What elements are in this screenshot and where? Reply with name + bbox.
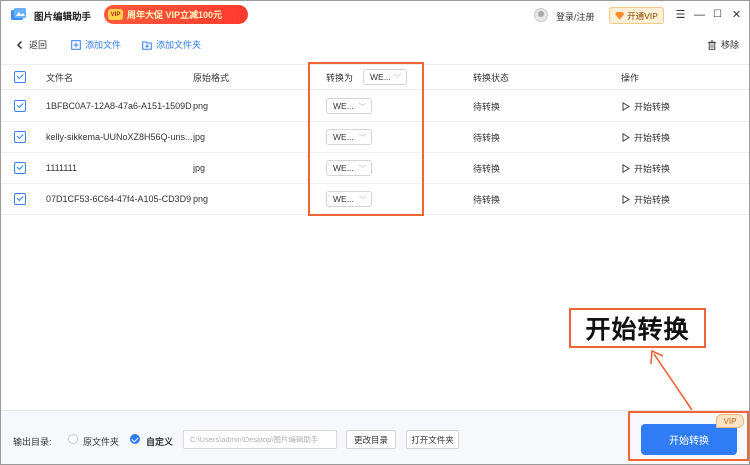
row-checkbox[interactable] — [14, 131, 26, 143]
toolbar: 返回 添加文件 添加文件夹 移除 — [1, 33, 749, 57]
file-name: 07D1CF53-6C64-47f4-A105-CD3D9... — [46, 194, 192, 204]
open-vip-button[interactable]: 开通VIP — [609, 7, 664, 24]
start-convert-row-label: 开始转换 — [634, 132, 671, 143]
original-format: jpg — [193, 163, 206, 173]
row-checkbox[interactable] — [14, 193, 26, 205]
play-icon — [622, 132, 630, 142]
conversion-status: 待转换 — [473, 163, 501, 174]
add-folder-button[interactable]: 添加文件夹 — [142, 38, 201, 51]
menu-icon[interactable]: ☰ — [674, 8, 687, 21]
select-all-checkbox[interactable] — [14, 71, 26, 83]
play-icon — [622, 194, 630, 204]
title-bar: 图片编辑助手 VIP 周年大促 VIP立减100元 登录/注册 开通VIP ☰ … — [1, 1, 749, 29]
promo-vip-badge: VIP — [108, 9, 123, 20]
output-directory-label: 输出目录: — [13, 437, 52, 447]
avatar-icon[interactable] — [534, 8, 548, 22]
play-icon — [622, 101, 630, 111]
start-convert-row-label: 开始转换 — [634, 194, 671, 205]
close-icon[interactable]: ✕ — [730, 8, 743, 21]
vip-tag-badge: VIP — [716, 414, 744, 428]
original-format: jpg — [193, 132, 206, 142]
column-header-original-format: 原始格式 — [193, 72, 230, 83]
conversion-status: 待转换 — [473, 132, 501, 143]
app-logo-icon — [11, 8, 26, 20]
maximize-icon[interactable]: ☐ — [711, 8, 724, 21]
radio-custom-label[interactable]: 自定义 — [146, 435, 173, 448]
minimize-icon[interactable]: — — [693, 8, 706, 21]
add-folder-label: 添加文件夹 — [156, 40, 202, 50]
change-directory-button[interactable]: 更改目录 — [346, 430, 396, 449]
start-convert-button[interactable]: 开始转换 — [641, 424, 737, 455]
file-name: kelly-sikkema-UUNoXZ8H56Q-uns... — [46, 132, 192, 142]
file-name: 1111111 — [46, 163, 78, 173]
open-vip-label: 开通VIP — [627, 10, 658, 21]
promo-text: 周年大促 VIP立减100元 — [127, 10, 223, 20]
row-checkbox[interactable] — [14, 100, 26, 112]
chevron-left-icon — [16, 40, 23, 49]
play-icon — [622, 163, 630, 173]
add-folder-icon — [142, 41, 152, 50]
original-format: png — [193, 101, 209, 111]
radio-custom[interactable] — [130, 434, 140, 444]
app-title: 图片编辑助手 — [34, 12, 92, 23]
add-file-button[interactable]: 添加文件 — [71, 38, 121, 51]
original-format: png — [193, 194, 209, 204]
remove-label: 移除 — [721, 40, 740, 50]
start-convert-row-button[interactable]: 开始转换 — [622, 184, 670, 214]
conversion-status: 待转换 — [473, 101, 501, 112]
back-button[interactable]: 返回 — [15, 38, 47, 51]
start-convert-row-button[interactable]: 开始转换 — [622, 122, 670, 152]
start-convert-row-label: 开始转换 — [634, 101, 671, 112]
output-path-input[interactable]: C:\Users\admin\Desktop\图片编辑助手 — [183, 430, 337, 449]
start-convert-row-button[interactable]: 开始转换 — [622, 153, 670, 183]
diamond-icon — [615, 11, 625, 20]
login-register-link[interactable]: 登录/注册 — [556, 10, 595, 23]
trash-icon — [708, 40, 716, 50]
back-label: 返回 — [29, 40, 48, 50]
column-header-status: 转换状态 — [473, 72, 510, 83]
callout-arrow-icon — [650, 349, 693, 411]
column-header-action: 操作 — [621, 72, 640, 83]
promo-banner[interactable]: VIP 周年大促 VIP立减100元 — [104, 5, 248, 24]
remove-button[interactable]: 移除 — [707, 38, 739, 51]
radio-original-folder-label[interactable]: 原文件夹 — [83, 435, 119, 448]
convert-to-highlight-box — [308, 62, 424, 216]
open-folder-button[interactable]: 打开文件夹 — [406, 430, 459, 449]
add-file-icon — [71, 39, 81, 50]
row-checkbox[interactable] — [14, 162, 26, 174]
column-header-filename: 文件名 — [46, 72, 74, 83]
file-name: 1BFBC0A7-12A8-47a6-A151-1509D... — [46, 101, 192, 111]
start-convert-row-label: 开始转换 — [634, 163, 671, 174]
start-convert-row-button[interactable]: 开始转换 — [622, 91, 670, 121]
add-file-label: 添加文件 — [85, 40, 122, 50]
conversion-status: 待转换 — [473, 194, 501, 205]
radio-original-folder[interactable] — [68, 434, 78, 444]
start-convert-callout: 开始转换 — [569, 308, 706, 348]
